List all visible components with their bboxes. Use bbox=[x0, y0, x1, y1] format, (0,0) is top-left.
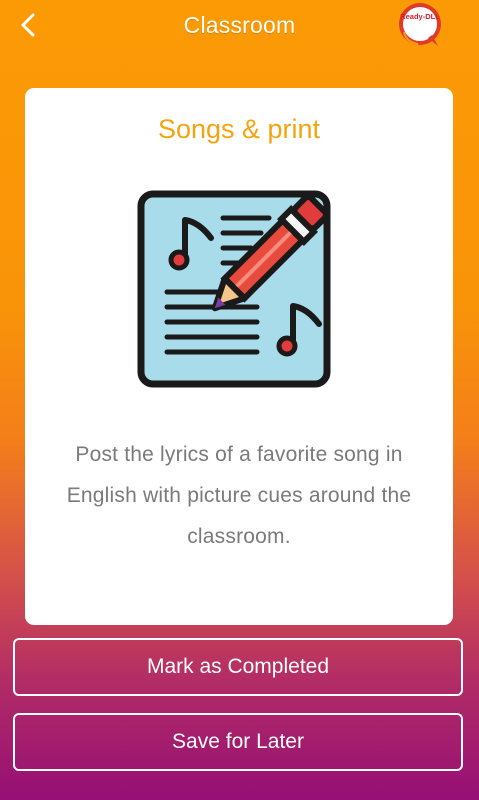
activity-card: Songs & print Post the lyrics of a favor… bbox=[25, 88, 453, 625]
activity-description: Post the lyrics of a favorite song in En… bbox=[66, 443, 412, 548]
save-for-later-button[interactable]: Save for Later bbox=[13, 713, 463, 771]
mark-completed-button[interactable]: Mark as Completed bbox=[13, 638, 463, 696]
app-header: Classroom Ready-DLL bbox=[0, 0, 479, 56]
logo-text: Ready-DLL bbox=[400, 12, 440, 21]
ready-dll-logo: Ready-DLL bbox=[398, 2, 444, 48]
lyrics-sheet-pencil-icon bbox=[137, 186, 343, 392]
activity-title: Songs & print bbox=[157, 114, 321, 144]
